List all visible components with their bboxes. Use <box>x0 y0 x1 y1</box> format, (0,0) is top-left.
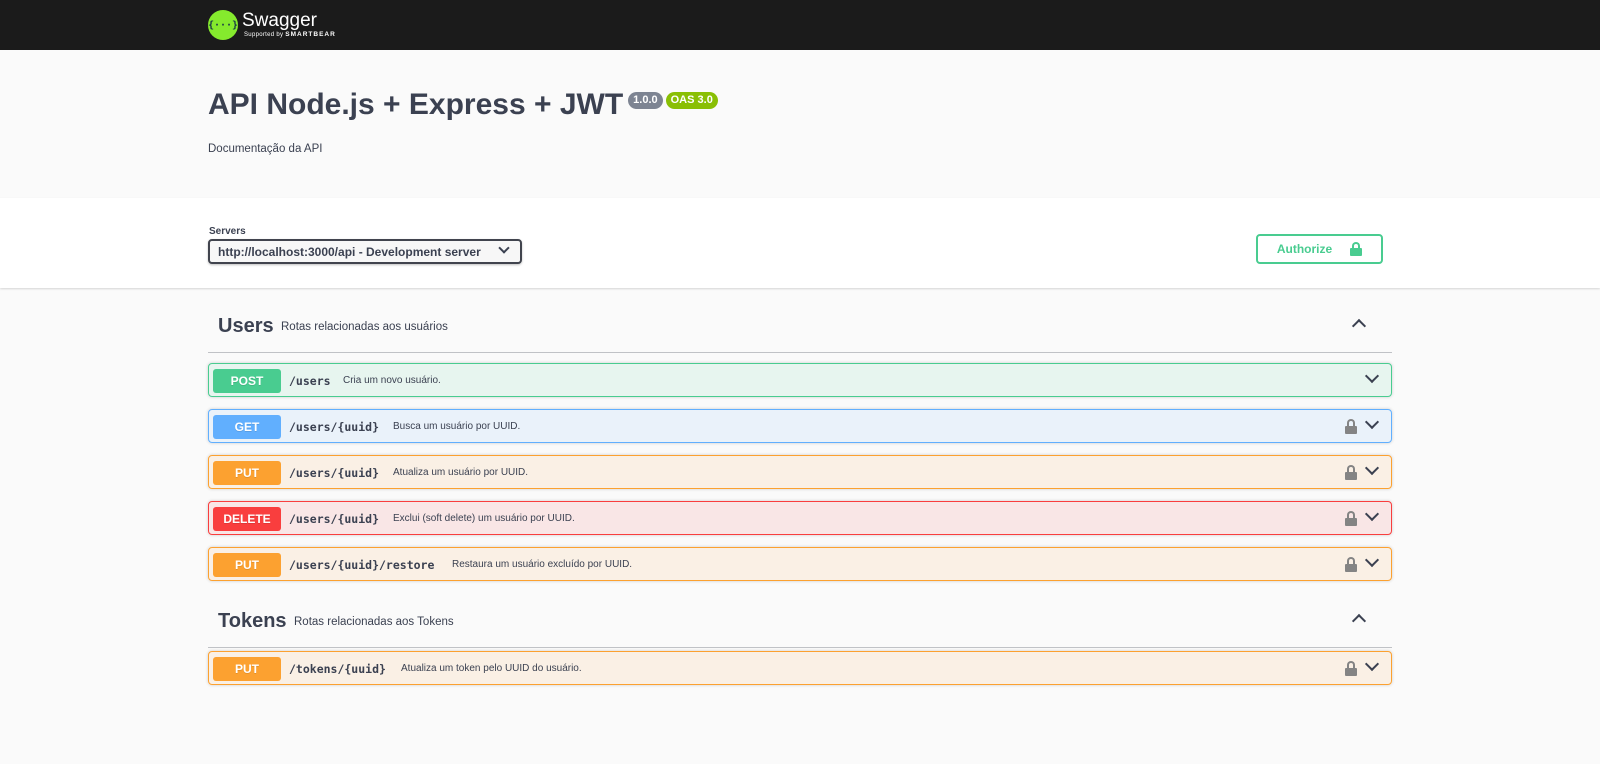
api-description: Documentação da API <box>208 143 323 155</box>
lock-icon[interactable] <box>1345 557 1357 572</box>
lock-icon[interactable] <box>1345 511 1357 526</box>
operation-post-users[interactable]: POST /users Cria um novo usuário. <box>208 363 1392 397</box>
lock-icon[interactable] <box>1345 465 1357 480</box>
logo-text: Swagger Supported by SMARTBEAR <box>242 11 336 39</box>
chevron-up-icon[interactable] <box>1351 613 1367 629</box>
tag-tokens[interactable]: Tokens Rotas relacionadas aos Tokens <box>208 596 1392 648</box>
method-badge: DELETE <box>213 507 281 531</box>
swagger-logo-icon: {···} <box>208 10 238 40</box>
method-badge: PUT <box>213 461 281 485</box>
servers-label: Servers <box>209 226 246 237</box>
chevron-down-icon[interactable] <box>1364 506 1380 522</box>
api-title: API Node.js + Express + JWT 1.0.0 OAS 3.… <box>208 88 718 122</box>
chevron-down-icon[interactable] <box>1364 460 1380 476</box>
operation-path: /users <box>289 374 331 388</box>
lock-icon[interactable] <box>1345 419 1357 434</box>
unlocked-lock-icon <box>1350 242 1363 256</box>
operation-summary: Atualiza um token pelo UUID do usuário. <box>401 663 582 674</box>
method-badge: POST <box>213 369 281 393</box>
chevron-down-icon[interactable] <box>1364 368 1380 384</box>
operation-summary: Cria um novo usuário. <box>343 375 441 386</box>
scheme-container: Servers http://localhost:3000/api - Deve… <box>0 198 1600 288</box>
chevron-down-icon[interactable] <box>1364 656 1380 672</box>
authorize-button[interactable]: Authorize <box>1256 234 1383 264</box>
operation-summary: Restaura um usuário excluído por UUID. <box>452 559 633 570</box>
tag-name: Users <box>218 315 274 337</box>
logo-subtitle: Supported by SMARTBEAR <box>244 31 336 39</box>
swagger-logo[interactable]: {···} Swagger Supported by SMARTBEAR <box>208 8 336 42</box>
operation-put-user[interactable]: PUT /users/{uuid} Atualiza um usuário po… <box>208 455 1392 489</box>
operation-path: /users/{uuid}/restore <box>289 558 435 572</box>
operation-put-user-restore[interactable]: PUT /users/{uuid}/restore Restaura um us… <box>208 547 1392 581</box>
chevron-down-icon[interactable] <box>1364 414 1380 430</box>
logo-sub-brand: SMARTBEAR <box>285 31 336 38</box>
chevron-up-icon[interactable] <box>1351 318 1367 334</box>
chevron-down-icon[interactable] <box>1364 552 1380 568</box>
operation-path: /users/{uuid} <box>289 512 380 526</box>
operation-path: /users/{uuid} <box>289 466 380 480</box>
method-badge: PUT <box>213 657 281 681</box>
method-badge: GET <box>213 415 281 439</box>
method-badge: PUT <box>213 553 281 577</box>
servers-select[interactable]: http://localhost:3000/api - Development … <box>208 239 522 264</box>
operation-path: /tokens/{uuid} <box>289 662 386 676</box>
logo-sub-prefix: Supported by <box>244 32 284 38</box>
operation-put-token[interactable]: PUT /tokens/{uuid} Atualiza um token pel… <box>208 651 1392 685</box>
tag-description: Rotas relacionadas aos Tokens <box>294 616 454 628</box>
authorize-label: Authorize <box>1276 242 1333 256</box>
tag-description: Rotas relacionadas aos usuários <box>281 321 448 333</box>
lock-icon[interactable] <box>1345 661 1357 676</box>
topbar: {···} Swagger Supported by SMARTBEAR <box>0 0 1600 50</box>
version-badge: 1.0.0 <box>628 92 663 109</box>
api-info: API Node.js + Express + JWT 1.0.0 OAS 3.… <box>208 88 718 122</box>
oas-badge: OAS 3.0 <box>665 92 718 109</box>
operation-delete-user[interactable]: DELETE /users/{uuid} Exclui (soft delete… <box>208 501 1392 535</box>
logo-name: Swagger <box>242 10 317 31</box>
tag-name: Tokens <box>218 610 287 632</box>
operation-summary: Busca um usuário por UUID. <box>393 421 521 432</box>
api-title-text: API Node.js + Express + JWT <box>208 88 624 121</box>
operation-get-user[interactable]: GET /users/{uuid} Busca um usuário por U… <box>208 409 1392 443</box>
operation-summary: Atualiza um usuário por UUID. <box>393 467 529 478</box>
operation-summary: Exclui (soft delete) um usuário por UUID… <box>393 513 575 524</box>
chevron-down-icon <box>498 242 510 254</box>
operation-path: /users/{uuid} <box>289 420 380 434</box>
tag-users[interactable]: Users Rotas relacionadas aos usuários <box>208 301 1392 353</box>
servers-selected-value: http://localhost:3000/api - Development … <box>218 245 481 259</box>
